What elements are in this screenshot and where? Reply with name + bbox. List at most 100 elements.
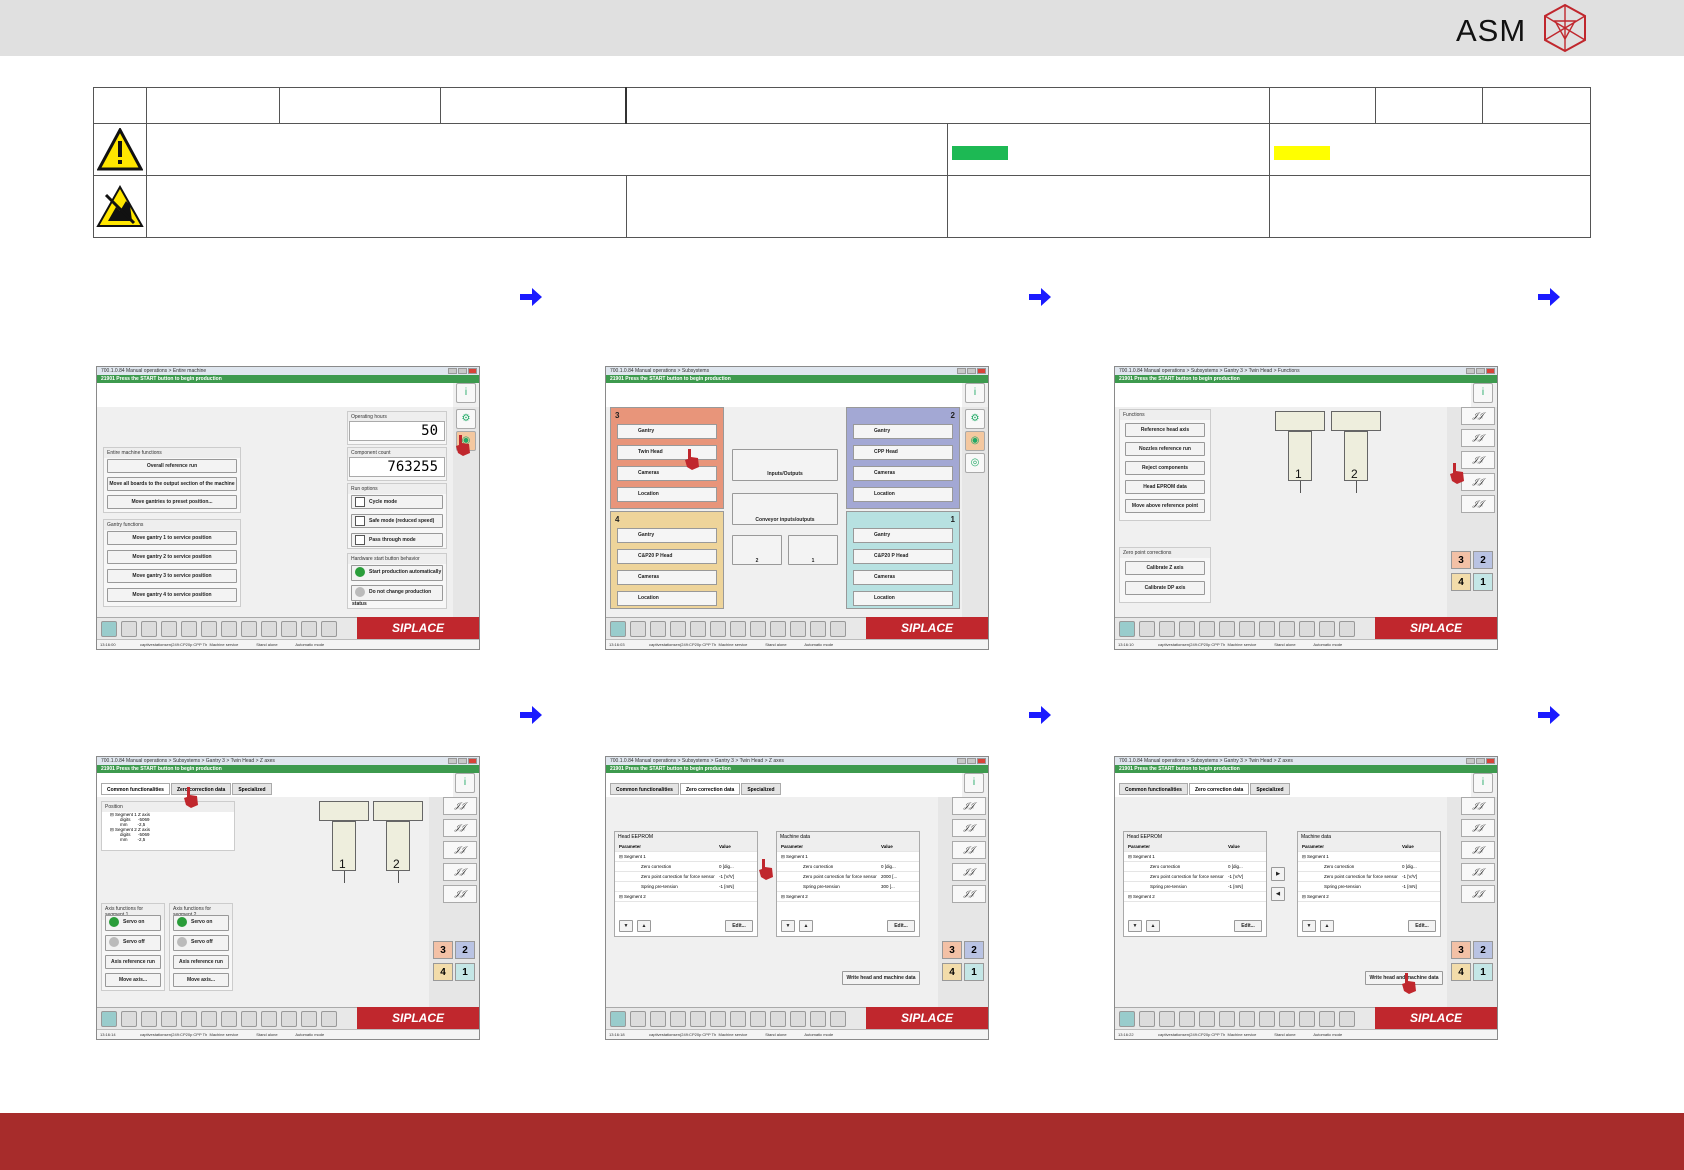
maximize-button[interactable] xyxy=(458,368,467,374)
nozzle-segment-2-button[interactable]: 𝒥𝒥 xyxy=(1461,429,1495,447)
cycle-mode-checkbox[interactable]: Cycle mode xyxy=(351,495,443,509)
table-row[interactable]: Zero point correction for force sensor -1… xyxy=(615,872,757,882)
gantry-2-select[interactable]: 2 xyxy=(1473,551,1493,569)
move-axis-seg2-button[interactable]: Move axis... xyxy=(173,973,229,987)
table-row[interactable]: Spring pre-tension -1 [mN] xyxy=(1298,882,1440,892)
edit-head-button[interactable]: Edit... xyxy=(725,920,753,932)
taskbar-icon[interactable] xyxy=(101,621,117,637)
taskbar-icon[interactable] xyxy=(1239,621,1255,637)
taskbar-icon[interactable] xyxy=(201,1011,217,1027)
taskbar-icon[interactable] xyxy=(710,621,726,637)
edit-machine-button[interactable]: Edit... xyxy=(887,920,915,932)
taskbar-icon[interactable] xyxy=(161,1011,177,1027)
gantry-button[interactable]: Gantry xyxy=(617,424,717,439)
taskbar-icon[interactable] xyxy=(1339,621,1355,637)
taskbar-icon[interactable] xyxy=(161,621,177,637)
up-arrow-button[interactable]: ▲ xyxy=(1146,920,1160,932)
taskbar-icon[interactable] xyxy=(261,1011,277,1027)
manual-ops-icon[interactable]: ⚙ xyxy=(456,409,476,429)
taskbar-icon[interactable] xyxy=(301,1011,317,1027)
twin-head-button[interactable]: Twin Head xyxy=(617,445,717,460)
nozzle-segment-1-button[interactable]: 𝒥𝒥 xyxy=(443,797,477,815)
nozzle-segment-2-button[interactable]: 𝒥𝒥 xyxy=(1461,819,1495,837)
taskbar-icon[interactable] xyxy=(1179,1011,1195,1027)
inputs-outputs-button[interactable]: Inputs/Outputs xyxy=(732,449,838,481)
taskbar-icon[interactable] xyxy=(670,621,686,637)
table-row[interactable]: ⊟ Segment 1 xyxy=(1298,852,1440,862)
move-gantry-4-button[interactable]: Move gantry 4 to service position xyxy=(107,588,237,602)
gantry-2-select[interactable]: 2 xyxy=(1473,941,1493,959)
close-button[interactable] xyxy=(977,368,986,374)
taskbar-icon[interactable] xyxy=(610,621,626,637)
move-axis-seg1-button[interactable]: Move axis... xyxy=(105,973,161,987)
gantry-1-tile[interactable]: 1 Gantry C&P20 P Head Cameras Location xyxy=(846,511,960,609)
taskbar-icon[interactable] xyxy=(1219,1011,1235,1027)
tab-common[interactable]: Common functionalities xyxy=(101,783,170,795)
conveyor-io-button[interactable]: Conveyor inputs/outputs xyxy=(732,493,838,525)
conveyor-2-button[interactable]: 2 xyxy=(732,535,782,565)
cp20p-head-button[interactable]: C&P20 P Head xyxy=(853,549,953,564)
down-arrow-button[interactable]: ▼ xyxy=(1302,920,1316,932)
gantry-1-select[interactable]: 1 xyxy=(964,963,984,981)
location-button[interactable]: Location xyxy=(617,591,717,606)
taskbar-icon[interactable] xyxy=(181,621,197,637)
close-button[interactable] xyxy=(1486,758,1495,764)
taskbar-icon[interactable] xyxy=(830,621,846,637)
nozzle-segment-5-button[interactable]: 𝒥𝒥 xyxy=(1461,495,1495,513)
taskbar-icon[interactable] xyxy=(1259,1011,1275,1027)
taskbar-icon[interactable] xyxy=(790,1011,806,1027)
taskbar-icon[interactable] xyxy=(810,621,826,637)
table-row[interactable]: Spring pre-tension -1 [mN] xyxy=(1124,882,1266,892)
down-arrow-button[interactable]: ▼ xyxy=(619,920,633,932)
taskbar-icon[interactable] xyxy=(730,1011,746,1027)
calibrate-dp-axis-button[interactable]: Calibrate DP axis xyxy=(1125,581,1205,595)
axis-ref-seg2-button[interactable]: Axis reference run xyxy=(173,955,229,969)
taskbar-icon[interactable] xyxy=(241,1011,257,1027)
nozzle-segment-3-button[interactable]: 𝒥𝒥 xyxy=(443,841,477,859)
table-row[interactable]: Zero correction 0 [dig... xyxy=(777,862,919,872)
nozzle-segment-1-button[interactable]: 𝒥𝒥 xyxy=(1461,797,1495,815)
minimize-button[interactable] xyxy=(1466,368,1475,374)
table-row[interactable]: Zero point correction for force sensor 20… xyxy=(777,872,919,882)
tab-common[interactable]: Common functionalities xyxy=(610,783,679,795)
servo-off-seg1-button[interactable]: Servo off xyxy=(105,935,161,951)
taskbar-icon[interactable] xyxy=(1119,621,1135,637)
taskbar-icon[interactable] xyxy=(650,621,666,637)
taskbar-icon[interactable] xyxy=(301,621,317,637)
taskbar-icon[interactable] xyxy=(221,1011,237,1027)
manual-ops-icon[interactable]: ⚙ xyxy=(965,409,985,429)
copy-right-button[interactable]: ▶ xyxy=(1271,867,1285,881)
table-row[interactable]: ⊟ Segment 1 xyxy=(1124,852,1266,862)
taskbar-icon[interactable] xyxy=(770,1011,786,1027)
taskbar-icon[interactable] xyxy=(321,621,337,637)
taskbar-icon[interactable] xyxy=(101,1011,117,1027)
gantry-3-select[interactable]: 3 xyxy=(1451,551,1471,569)
taskbar-icon[interactable] xyxy=(1319,1011,1335,1027)
overall-reference-run-button[interactable]: Overall reference run xyxy=(107,459,237,473)
taskbar-icon[interactable] xyxy=(830,1011,846,1027)
reference-head-axis-button[interactable]: Reference head axis xyxy=(1125,423,1205,437)
nozzle-segment-4-button[interactable]: 𝒥𝒥 xyxy=(1461,863,1495,881)
gantry-4-select[interactable]: 4 xyxy=(942,963,962,981)
nozzle-segment-2-button[interactable]: 𝒥𝒥 xyxy=(952,819,986,837)
nozzle-segment-1-button[interactable]: 𝒥𝒥 xyxy=(952,797,986,815)
table-row[interactable]: Spring pre-tension 300 [... xyxy=(777,882,919,892)
nozzles-reference-run-button[interactable]: Nozzles reference run xyxy=(1125,442,1205,456)
table-row[interactable]: Zero correction 0 [dig... xyxy=(1124,862,1266,872)
info-icon[interactable]: i xyxy=(965,383,985,403)
edit-head-button[interactable]: Edit... xyxy=(1234,920,1262,932)
servo-off-seg2-button[interactable]: Servo off xyxy=(173,935,229,951)
cameras-button[interactable]: Cameras xyxy=(853,570,953,585)
reject-components-button[interactable]: Reject components xyxy=(1125,461,1205,475)
table-row[interactable]: ⊟ Segment 2 xyxy=(777,892,919,902)
taskbar-icon[interactable] xyxy=(1259,621,1275,637)
gantry-4-select[interactable]: 4 xyxy=(1451,963,1471,981)
gantry-1-select[interactable]: 1 xyxy=(455,963,475,981)
table-row[interactable]: Zero correction 0 [dig... xyxy=(615,862,757,872)
nozzle-segment-5-button[interactable]: 𝒥𝒥 xyxy=(952,885,986,903)
edit-machine-button[interactable]: Edit... xyxy=(1408,920,1436,932)
up-arrow-button[interactable]: ▲ xyxy=(637,920,651,932)
taskbar-icon[interactable] xyxy=(221,621,237,637)
gantry-3-select[interactable]: 3 xyxy=(1451,941,1471,959)
maximize-button[interactable] xyxy=(1476,758,1485,764)
